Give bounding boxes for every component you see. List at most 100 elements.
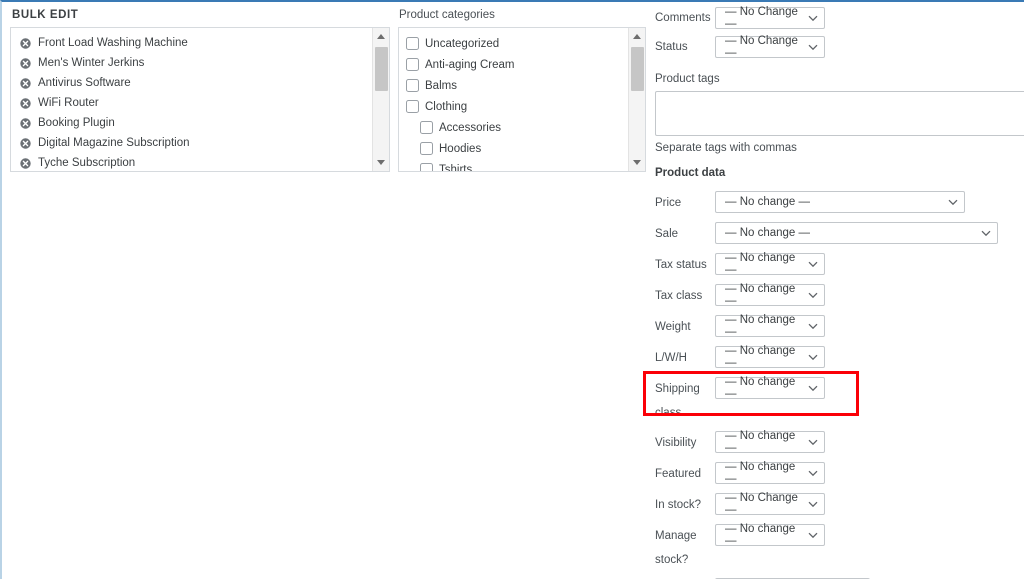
price-select-value: — No change — bbox=[725, 196, 811, 208]
product-tags-helper-text: Separate tags with commas bbox=[655, 142, 797, 154]
weight-select-value: — No change — bbox=[725, 314, 796, 338]
product-categories-list: Uncategorized Anti-aging Cream Balms Clothi… bbox=[399, 28, 645, 171]
products-scrollbar-thumb[interactable] bbox=[375, 47, 388, 91]
tax-status-label: Tax status bbox=[655, 259, 707, 271]
scroll-down-arrow-icon[interactable] bbox=[629, 154, 645, 171]
product-data-row-in-stock: In stock? — No Change — bbox=[655, 492, 1024, 517]
list-item: Booking Plugin bbox=[11, 113, 389, 133]
l-w-h-select[interactable]: — No change — bbox=[715, 345, 825, 369]
category-item[interactable]: Hoodies bbox=[399, 138, 645, 159]
comments-select-value: — No Change — bbox=[725, 6, 798, 30]
category-label: Uncategorized bbox=[425, 37, 500, 50]
category-checkbox[interactable] bbox=[420, 163, 433, 171]
category-checkbox[interactable] bbox=[420, 121, 433, 134]
product-tags-input[interactable] bbox=[655, 91, 1024, 136]
featured-select-value: — No change — bbox=[725, 461, 796, 485]
chevron-down-icon bbox=[808, 501, 818, 508]
product-data-row-weight: Weight — No change — bbox=[655, 314, 1024, 339]
remove-circle-icon[interactable] bbox=[20, 57, 31, 69]
category-item[interactable]: Uncategorized bbox=[399, 33, 645, 54]
category-checkbox[interactable] bbox=[406, 100, 419, 113]
list-item: Tyche Subscription bbox=[11, 153, 389, 171]
comments-row: Comments — No Change — bbox=[655, 6, 1024, 30]
selected-products-list: Front Load Washing Machine Men's Winter J… bbox=[11, 28, 389, 171]
list-item-label: Booking Plugin bbox=[38, 117, 115, 129]
remove-circle-icon[interactable] bbox=[20, 157, 31, 169]
chevron-down-icon bbox=[808, 44, 818, 51]
product-categories-label: Product categories bbox=[399, 9, 495, 21]
featured-select[interactable]: — No change — bbox=[715, 461, 825, 485]
bulk-edit-form: Comments — No Change — Status — No Chang… bbox=[643, 2, 1024, 579]
product-data-row-l-w-h: L/W/H — No change — bbox=[655, 345, 1024, 370]
chevron-down-icon bbox=[808, 439, 818, 446]
tax-class-label: Tax class bbox=[655, 290, 703, 302]
visibility-label: Visibility bbox=[655, 437, 697, 449]
product-data-row-shipping: Shipping class — No change — bbox=[655, 376, 1024, 425]
category-label: Clothing bbox=[425, 100, 468, 113]
product-categories-panel: Product categories Uncategorized Anti-agi… bbox=[398, 6, 648, 172]
category-label: Accessories bbox=[439, 121, 501, 134]
price-select[interactable]: — No change — bbox=[715, 191, 965, 213]
category-item[interactable]: Tshirts bbox=[399, 159, 645, 172]
category-item[interactable]: Balms bbox=[399, 75, 645, 96]
tax-status-select-value: — No change — bbox=[725, 252, 796, 276]
l-w-h-label: L/W/H bbox=[655, 352, 687, 364]
chevron-down-icon bbox=[808, 292, 818, 299]
category-label: Hoodies bbox=[439, 142, 482, 155]
selected-products-listbox[interactable]: Front Load Washing Machine Men's Winter J… bbox=[10, 27, 390, 172]
list-item-label: Men's Winter Jerkins bbox=[38, 57, 145, 69]
remove-circle-icon[interactable] bbox=[20, 137, 31, 149]
category-checkbox[interactable] bbox=[406, 79, 419, 92]
l-w-h-select-value: — No change — bbox=[725, 345, 796, 369]
scroll-up-arrow-icon[interactable] bbox=[373, 28, 389, 45]
category-checkbox[interactable] bbox=[406, 58, 419, 71]
chevron-down-icon bbox=[981, 230, 991, 237]
tax-class-select-value: — No change — bbox=[725, 283, 796, 307]
tax-class-select[interactable]: — No change — bbox=[715, 283, 825, 307]
status-select[interactable]: — No Change — bbox=[715, 35, 825, 59]
product-categories-listbox[interactable]: Uncategorized Anti-aging Cream Balms Clothi… bbox=[398, 27, 646, 172]
category-item[interactable]: Clothing bbox=[399, 96, 645, 117]
scroll-down-arrow-icon[interactable] bbox=[373, 154, 389, 171]
status-select-value: — No Change — bbox=[725, 35, 798, 59]
product-tags-label: Product tags bbox=[655, 73, 720, 85]
list-item-label: Tyche Subscription bbox=[38, 157, 136, 169]
manage-label: Manage stock? bbox=[655, 530, 697, 566]
weight-select[interactable]: — No change — bbox=[715, 314, 825, 338]
product-data-row-price: Price — No change — bbox=[655, 191, 1024, 215]
categories-scrollbar-thumb[interactable] bbox=[631, 47, 644, 91]
category-checkbox[interactable] bbox=[406, 37, 419, 50]
shipping-select[interactable]: — No change — bbox=[715, 376, 825, 400]
chevron-down-icon bbox=[808, 470, 818, 477]
category-item[interactable]: Anti-aging Cream bbox=[399, 54, 645, 75]
product-data-row-visibility: Visibility — No change — bbox=[655, 430, 1024, 455]
sale-label: Sale bbox=[655, 228, 679, 240]
visibility-select[interactable]: — No change — bbox=[715, 430, 825, 454]
manage-select[interactable]: — No change — bbox=[715, 523, 825, 547]
product-data-rows: Price — No change — Sale — No change — Tax s… bbox=[643, 191, 1024, 579]
remove-circle-icon[interactable] bbox=[20, 97, 31, 109]
sale-select[interactable]: — No change — bbox=[715, 222, 998, 244]
remove-circle-icon[interactable] bbox=[20, 37, 31, 49]
tax-status-select[interactable]: — No change — bbox=[715, 252, 825, 276]
in-stock-select-value: — No Change — bbox=[725, 492, 798, 516]
remove-circle-icon[interactable] bbox=[20, 117, 31, 129]
in-stock-select[interactable]: — No Change — bbox=[715, 492, 825, 516]
categories-scrollbar[interactable] bbox=[628, 28, 645, 171]
product-data-row-manage: Manage stock? — No change — bbox=[655, 523, 1024, 572]
comments-select[interactable]: — No Change — bbox=[715, 6, 825, 30]
scroll-up-arrow-icon[interactable] bbox=[629, 28, 645, 45]
shipping-label: Shipping class bbox=[655, 383, 700, 419]
page-title: BULK EDIT bbox=[12, 9, 79, 21]
list-item: WiFi Router bbox=[11, 93, 389, 113]
remove-circle-icon[interactable] bbox=[20, 77, 31, 89]
manage-select-value: — No change — bbox=[725, 523, 796, 547]
category-item[interactable]: Accessories bbox=[399, 117, 645, 138]
category-label: Balms bbox=[425, 79, 457, 92]
list-item: Antivirus Software bbox=[11, 73, 389, 93]
list-item: Men's Winter Jerkins bbox=[11, 53, 389, 73]
products-scrollbar[interactable] bbox=[372, 28, 389, 171]
category-label: Tshirts bbox=[439, 163, 473, 172]
shipping-select-value: — No change — bbox=[725, 376, 796, 400]
category-checkbox[interactable] bbox=[420, 142, 433, 155]
